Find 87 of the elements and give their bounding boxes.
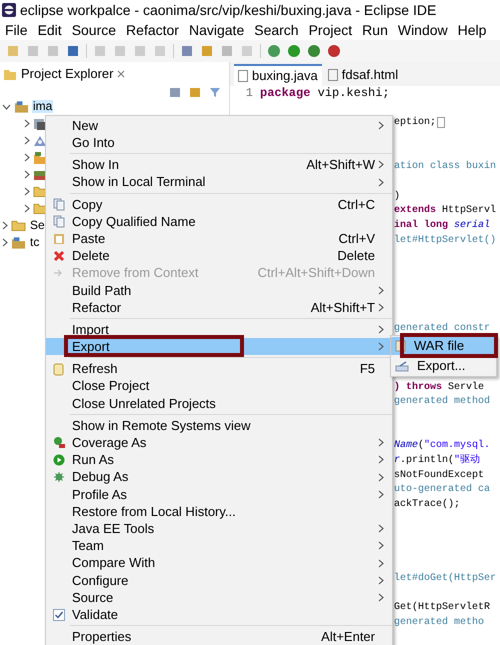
close-icon[interactable] bbox=[117, 70, 126, 78]
filter-icon[interactable] bbox=[209, 86, 221, 98]
window-title: eclipse workpalce - caonima/src/vip/keshi/buxing.java - Eclipse IDE bbox=[20, 0, 436, 20]
code-line: Name("com.mysql. bbox=[394, 438, 490, 454]
menu-item[interactable]: Profile As bbox=[46, 486, 392, 503]
clipboard-icon bbox=[53, 232, 65, 246]
code-line: uto-generated ca bbox=[394, 482, 490, 498]
export-icon bbox=[395, 360, 409, 372]
menu-item[interactable]: Import bbox=[46, 321, 392, 338]
delete-icon bbox=[53, 250, 65, 262]
menu-item[interactable]: Show In Alt+Shift+W bbox=[46, 156, 392, 174]
menu-item[interactable]: Team bbox=[46, 537, 392, 554]
menu-item[interactable]: Build Path bbox=[46, 282, 392, 299]
menu-item[interactable]: Properties Alt+Enter bbox=[46, 628, 392, 645]
shortcut-label: Ctrl+V bbox=[338, 230, 375, 248]
code-line: Get(HttpServletR bbox=[394, 600, 490, 615]
menu-item[interactable]: Refresh F5 bbox=[46, 360, 392, 378]
code-line: sNotFoundExcept bbox=[394, 468, 484, 483]
menu-item[interactable]: Delete Delete bbox=[46, 247, 392, 264]
tree-item[interactable]: Se bbox=[29, 219, 46, 232]
project-icon bbox=[11, 236, 26, 250]
shortcut-label: F5 bbox=[360, 360, 375, 378]
copy-icon bbox=[53, 215, 65, 228]
folded-code-icon[interactable] bbox=[437, 117, 446, 128]
menu-item[interactable]: Java EE Tools bbox=[46, 520, 392, 538]
code-line: ation class buxin bbox=[394, 160, 496, 174]
menu-item[interactable]: Run As bbox=[46, 451, 392, 469]
menu-item[interactable]: Restore from Local History... bbox=[46, 502, 392, 520]
folder-icon bbox=[3, 68, 17, 80]
menu-item[interactable]: Go Into bbox=[46, 134, 392, 152]
folder-icon bbox=[11, 219, 26, 232]
menu-item[interactable]: File bbox=[5, 20, 28, 40]
shortcut-label: Ctrl+Alt+Shift+Down bbox=[258, 264, 375, 282]
code-line: ) throws Servle bbox=[394, 380, 484, 395]
menu-item[interactable]: Close Unrelated Projects bbox=[46, 394, 392, 412]
menu-item[interactable]: Show in Local Terminal bbox=[46, 174, 392, 191]
bug-icon bbox=[53, 471, 65, 484]
menu-item[interactable]: Close Project bbox=[46, 378, 392, 395]
code-line: r.println("驱动 bbox=[394, 453, 480, 468]
code-line: inal long serial bbox=[394, 218, 490, 234]
menu-item[interactable]: Compare With bbox=[46, 554, 392, 572]
menu-item[interactable]: Search bbox=[254, 20, 299, 40]
checkbox-icon bbox=[53, 608, 65, 621]
tree-item[interactable]: tc bbox=[29, 236, 40, 249]
code-line: extends HttpServl bbox=[394, 204, 496, 218]
menu-item[interactable]: Edit bbox=[38, 20, 62, 40]
menu-item[interactable]: Export... bbox=[391, 357, 496, 375]
menu-item[interactable]: Refactor bbox=[126, 20, 179, 40]
copy-icon bbox=[53, 198, 65, 211]
app-logo-icon bbox=[2, 3, 16, 17]
menu-item[interactable]: Configure bbox=[46, 572, 392, 589]
menu-item[interactable]: Show in Remote Systems view bbox=[46, 417, 392, 434]
tree-item[interactable]: ima bbox=[32, 100, 54, 113]
menu-item[interactable]: Debug As bbox=[46, 468, 392, 486]
code-line: ) bbox=[394, 190, 400, 204]
menu-item[interactable]: Refactor Alt+Shift+T bbox=[46, 298, 392, 316]
code-line: let#HttpServlet() bbox=[394, 234, 496, 248]
code-line: package vip.keshi; bbox=[260, 85, 390, 102]
menu-item[interactable]: Source bbox=[72, 20, 116, 40]
menu-item[interactable]: Validate bbox=[46, 606, 392, 624]
code-line: ackTrace(); bbox=[394, 498, 460, 512]
menu-item[interactable]: Source bbox=[46, 588, 392, 606]
code-line: generated method bbox=[394, 394, 490, 410]
menu-item[interactable]: Export bbox=[46, 338, 392, 356]
project-icon bbox=[14, 100, 29, 114]
editor-tab[interactable]: buxing.java bbox=[234, 64, 322, 86]
shortcut-label: Alt+Shift+T bbox=[310, 298, 375, 317]
menu-item[interactable]: Run bbox=[362, 20, 388, 40]
menu-item[interactable]: Window bbox=[398, 20, 448, 40]
menu-item[interactable]: Help bbox=[458, 20, 486, 40]
menu-item[interactable]: Paste Ctrl+V bbox=[46, 230, 392, 248]
panel-title[interactable]: Project Explorer bbox=[21, 64, 114, 84]
code-line: generated metho bbox=[394, 616, 484, 630]
shortcut-label: Alt+Enter bbox=[321, 628, 375, 645]
code-line: generated constr bbox=[394, 322, 490, 336]
shortcut-label: Alt+Shift+W bbox=[306, 156, 375, 174]
menu-item[interactable]: New bbox=[46, 117, 392, 134]
shortcut-label: Ctrl+C bbox=[338, 196, 375, 214]
code-line: eption; bbox=[394, 116, 436, 130]
menu-item[interactable]: Project bbox=[308, 20, 352, 40]
shortcut-label: Delete bbox=[337, 247, 375, 266]
menu-item[interactable]: Coverage As bbox=[46, 434, 392, 452]
line-number: 1 bbox=[246, 86, 253, 100]
code-line: let#doGet(HttpSer bbox=[394, 572, 496, 586]
menu-item[interactable]: Copy Ctrl+C bbox=[46, 196, 392, 213]
menu-item[interactable]: Navigate bbox=[188, 20, 244, 40]
menu-item[interactable]: Copy Qualified Name bbox=[46, 212, 392, 230]
